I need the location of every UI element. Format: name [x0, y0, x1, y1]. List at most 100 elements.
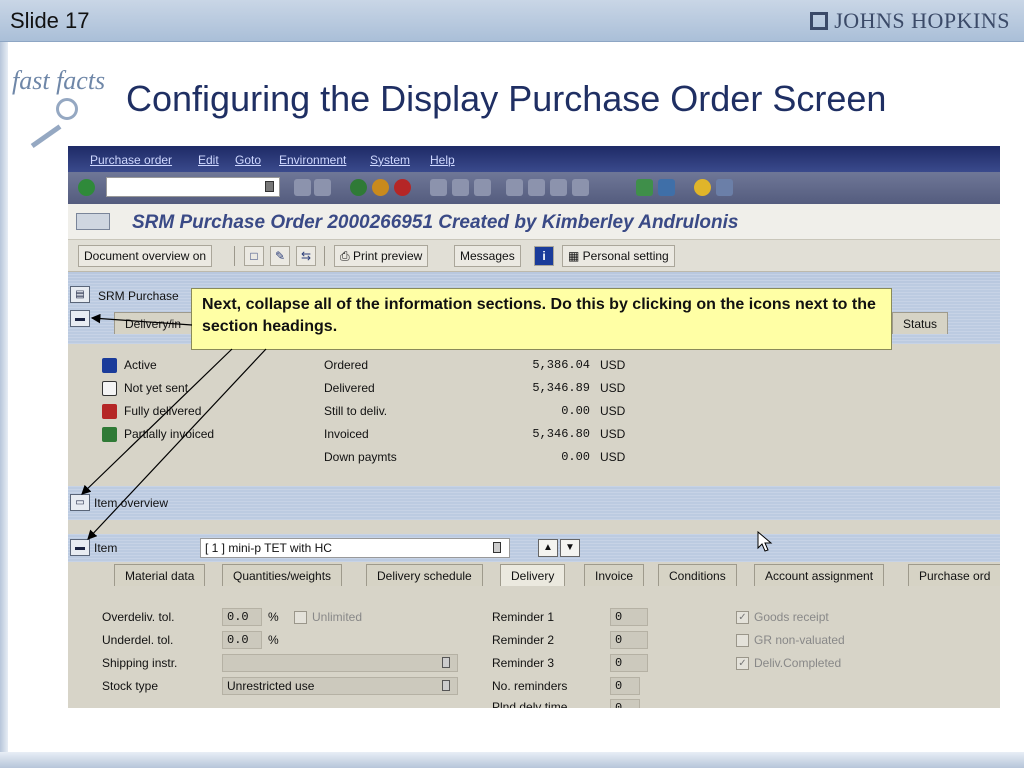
item-detail-toggle-icon[interactable]: ▬: [70, 539, 90, 556]
down-payments-label: Down paymts: [324, 450, 397, 464]
fast-facts-logo: fast facts: [6, 58, 110, 149]
shipping-instructions-field[interactable]: [222, 654, 458, 672]
save-icon[interactable]: [314, 179, 331, 196]
underdelivery-field[interactable]: 0.0: [222, 631, 262, 649]
dropdown-icon[interactable]: [442, 657, 450, 668]
underdelivery-label: Underdel. tol.: [102, 633, 174, 647]
layout-menu-icon[interactable]: [716, 179, 733, 196]
delivered-value: 5,346.89: [532, 381, 590, 395]
exit-icon[interactable]: [372, 179, 389, 196]
still-to-deliver-value: 0.00: [561, 404, 590, 418]
menu-edit[interactable]: Edit: [198, 153, 219, 167]
back-small-icon[interactable]: [294, 179, 311, 196]
stock-type-field[interactable]: Unrestricted use: [222, 677, 458, 695]
reminder-2-field[interactable]: 0: [610, 631, 648, 649]
back-icon[interactable]: [350, 179, 367, 196]
print-icon[interactable]: [430, 179, 447, 196]
next-item-icon[interactable]: ▼: [560, 539, 580, 557]
currency: USD: [600, 404, 626, 418]
planned-delivery-time-field[interactable]: 0: [610, 699, 640, 708]
document-overview-button[interactable]: Document overview on: [78, 245, 213, 267]
currency: USD: [600, 358, 626, 372]
cancel-icon[interactable]: [394, 179, 411, 196]
tab-quantities-weights[interactable]: Quantities/weights: [222, 564, 343, 586]
unlimited-checkbox[interactable]: [294, 611, 307, 624]
overdelivery-field[interactable]: 0.0: [222, 608, 262, 626]
tab-purchase-order[interactable]: Purchase ord: [908, 564, 1000, 586]
delivery-completed-checkbox[interactable]: ✓: [736, 657, 749, 670]
previous-item-icon[interactable]: ▲: [538, 539, 558, 557]
command-field[interactable]: [106, 177, 280, 197]
info-icon[interactable]: i: [534, 246, 554, 266]
other-document-icon[interactable]: ⇆: [296, 246, 316, 266]
item-overview-toggle-icon[interactable]: ▭: [70, 494, 90, 511]
dropdown-icon[interactable]: [265, 181, 274, 192]
shortcut-icon[interactable]: [658, 179, 675, 196]
new-session-icon[interactable]: [636, 179, 653, 196]
number-of-reminders-field[interactable]: 0: [610, 677, 640, 695]
tab-delivery-schedule[interactable]: Delivery schedule: [366, 564, 483, 586]
tab-account-assignment[interactable]: Account assignment: [754, 564, 885, 586]
tab-invoice[interactable]: Invoice: [584, 564, 645, 586]
header-collapse-icon[interactable]: ▬: [70, 310, 90, 327]
personal-setting-button[interactable]: ▦ Personal setting: [562, 245, 675, 267]
menu-purchase-order[interactable]: Purchase order: [90, 153, 172, 167]
find-next-icon[interactable]: [474, 179, 491, 196]
status-invoiced: Partially invoiced: [124, 427, 215, 441]
menu-environment[interactable]: Environment: [279, 153, 346, 167]
ordered-label: Ordered: [324, 358, 369, 372]
help-icon[interactable]: [694, 179, 711, 196]
reminder-3-field[interactable]: 0: [610, 654, 648, 672]
reminder-2-label: Reminder 2: [492, 633, 555, 647]
tab-conditions[interactable]: Conditions: [658, 564, 737, 586]
still-to-deliver-label: Still to deliv.: [324, 404, 388, 418]
status-not-sent: Not yet sent: [124, 381, 189, 395]
first-page-icon[interactable]: [506, 179, 523, 196]
sap-system-toolbar: [68, 172, 1000, 204]
item-select-field[interactable]: [ 1 ] mini-p TET with HC: [200, 538, 510, 558]
transaction-icon: [76, 213, 110, 230]
new-document-icon[interactable]: □: [244, 246, 264, 266]
print-preview-button[interactable]: ⎙ Print preview: [334, 245, 429, 267]
dropdown-icon[interactable]: [442, 680, 450, 691]
mouse-cursor-icon: [757, 530, 773, 552]
previous-page-icon[interactable]: [528, 179, 545, 196]
tab-status[interactable]: Status: [892, 312, 949, 334]
reminder-1-field[interactable]: 0: [610, 608, 648, 626]
gr-non-valuated-label: GR non-valuated: [754, 633, 845, 647]
enter-icon[interactable]: [78, 179, 95, 196]
sap-menu-bar: Purchase order Edit Goto Environment Sys…: [68, 146, 1000, 172]
gr-non-valuated-checkbox[interactable]: [736, 634, 749, 647]
reminder-3-label: Reminder 3: [492, 656, 555, 670]
sap-screenshot: Purchase order Edit Goto Environment Sys…: [68, 146, 1000, 708]
find-icon[interactable]: [452, 179, 469, 196]
truck-icon: [102, 404, 117, 419]
delivery-completed-label: Deliv.Completed: [754, 656, 842, 670]
overdelivery-label: Overdeliv. tol.: [102, 610, 175, 624]
dropdown-icon[interactable]: [493, 542, 501, 553]
print-preview-icon: ⎙: [340, 249, 353, 263]
next-page-icon[interactable]: [550, 179, 567, 196]
slide-number: Slide 17: [10, 8, 90, 33]
johns-hopkins-logo: JOHNS HOPKINS: [810, 8, 1010, 34]
header-section-toggle-icon[interactable]: ▤: [70, 286, 90, 303]
change-display-icon[interactable]: ✎: [270, 246, 290, 266]
menu-goto[interactable]: Goto: [235, 153, 261, 167]
sum-icon: [102, 427, 117, 442]
messages-button[interactable]: Messages: [454, 245, 521, 267]
delivery-detail-panel: Overdeliv. tol. 0.0 % Unlimited Underdel…: [88, 586, 1000, 708]
tab-material-data[interactable]: Material data: [114, 564, 206, 586]
status-active: Active: [124, 358, 157, 372]
tab-delivery-invoice[interactable]: Delivery/in: [114, 312, 193, 334]
goods-receipt-checkbox[interactable]: ✓: [736, 611, 749, 624]
ordered-value: 5,386.04: [532, 358, 590, 372]
currency: USD: [600, 381, 626, 395]
menu-help[interactable]: Help: [430, 153, 455, 167]
menu-system[interactable]: System: [370, 153, 410, 167]
last-page-icon[interactable]: [572, 179, 589, 196]
shipping-instructions-label: Shipping instr.: [102, 656, 178, 670]
tab-delivery[interactable]: Delivery: [500, 564, 566, 586]
not-sent-icon: [102, 381, 117, 396]
planned-delivery-time-label: Plnd delv time: [492, 700, 568, 708]
goods-receipt-label: Goods receipt: [754, 610, 829, 624]
